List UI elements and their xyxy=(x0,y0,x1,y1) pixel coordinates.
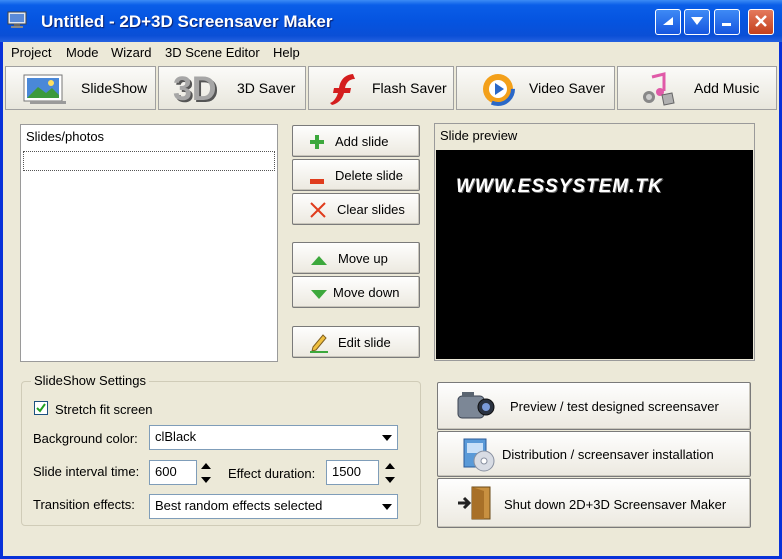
menu-3d-scene-editor[interactable]: 3D Scene Editor xyxy=(165,45,260,60)
saver-3d-mode-button[interactable]: 3D 3D Saver xyxy=(158,66,306,110)
flash-saver-label: Flash Saver xyxy=(372,80,447,96)
add-slide-button[interactable]: Add slide xyxy=(292,125,420,157)
effect-duration-spinner[interactable] xyxy=(383,460,397,486)
music-notes-icon xyxy=(640,71,680,110)
effect-duration-value: 1500 xyxy=(332,464,361,479)
move-up-button[interactable]: Move up xyxy=(292,242,420,274)
shut-down-button[interactable]: Shut down 2D+3D Screensaver Maker xyxy=(437,478,751,528)
background-color-select[interactable]: clBlack xyxy=(149,425,398,450)
window-title: Untitled - 2D+3D Screensaver Maker xyxy=(41,12,333,31)
video-saver-mode-button[interactable]: Video Saver xyxy=(456,66,615,110)
video-saver-label: Video Saver xyxy=(529,80,606,96)
preview-watermark-text: WWW.ESSYSTEM.TK xyxy=(456,176,663,197)
preview-screensaver-label: Preview / test designed screensaver xyxy=(510,399,719,414)
dropdown-button[interactable] xyxy=(684,9,710,35)
slideshow-mode-button[interactable]: SlideShow xyxy=(5,66,156,110)
background-color-label: Background color: xyxy=(33,431,138,446)
menu-bar: Project Mode Wizard 3D Scene Editor Help xyxy=(3,42,779,64)
transition-effects-label: Transition effects: xyxy=(33,497,135,512)
menu-project[interactable]: Project xyxy=(11,45,51,60)
clear-slides-label: Clear slides xyxy=(337,202,405,217)
spinner-arrows-icon xyxy=(201,463,211,483)
close-button[interactable] xyxy=(748,9,774,35)
menu-wizard[interactable]: Wizard xyxy=(111,45,151,60)
stretch-fit-checkbox[interactable] xyxy=(34,401,48,415)
stretch-fit-label: Stretch fit screen xyxy=(55,402,153,417)
rollup-icon xyxy=(661,15,675,30)
chevron-down-icon[interactable] xyxy=(378,497,395,516)
flash-saver-mode-button[interactable]: Flash Saver xyxy=(308,66,454,110)
slide-preview-label: Slide preview xyxy=(440,128,518,143)
plus-icon xyxy=(309,134,325,153)
exit-door-icon xyxy=(456,485,496,524)
app-monitor-icon xyxy=(7,11,27,29)
checkmark-icon xyxy=(36,403,46,413)
spinner-arrows-icon xyxy=(385,463,395,483)
slide-interval-label: Slide interval time: xyxy=(33,464,140,479)
slide-interval-spinner[interactable] xyxy=(199,460,213,486)
preview-screensaver-button[interactable]: Preview / test designed screensaver xyxy=(437,382,751,430)
video-player-icon xyxy=(481,72,515,109)
3d-logo-icon: 3D xyxy=(173,70,217,108)
move-down-label: Move down xyxy=(333,285,400,300)
minimize-icon xyxy=(720,15,734,30)
menu-mode[interactable]: Mode xyxy=(66,45,99,60)
camcorder-icon xyxy=(454,390,496,427)
add-slide-label: Add slide xyxy=(335,134,389,149)
chevron-down-icon xyxy=(690,15,704,30)
edit-slide-button[interactable]: Edit slide xyxy=(292,326,420,358)
slides-list-label: Slides/photos xyxy=(26,129,105,144)
effect-duration-label: Effect duration: xyxy=(228,466,316,481)
clear-x-icon xyxy=(309,201,327,222)
minus-icon xyxy=(309,173,325,188)
delete-slide-label: Delete slide xyxy=(335,168,403,183)
move-up-label: Move up xyxy=(338,251,388,266)
minimize-button[interactable] xyxy=(714,9,740,35)
slideshow-label: SlideShow xyxy=(81,80,148,96)
edit-slide-label: Edit slide xyxy=(338,335,391,350)
distribution-installation-button[interactable]: Distribution / screensaver installation xyxy=(437,431,751,477)
distribution-installation-label: Distribution / screensaver installation xyxy=(502,447,714,462)
slide-interval-input[interactable]: 600 xyxy=(149,460,197,485)
add-music-button[interactable]: Add Music xyxy=(617,66,777,110)
effect-duration-input[interactable]: 1500 xyxy=(326,460,379,485)
background-color-value: clBlack xyxy=(155,429,197,444)
shut-down-label: Shut down 2D+3D Screensaver Maker xyxy=(504,497,727,512)
title-bar[interactable]: Untitled - 2D+3D Screensaver Maker xyxy=(0,0,782,42)
move-down-button[interactable]: Move down xyxy=(292,276,420,308)
transition-effects-value: Best random effects selected xyxy=(155,498,323,513)
slide-preview-panel: Slide preview WWW.ESSYSTEM.TK xyxy=(434,123,755,361)
arrow-down-icon xyxy=(311,288,327,303)
clear-slides-button[interactable]: Clear slides xyxy=(292,193,420,225)
delete-slide-button[interactable]: Delete slide xyxy=(292,159,420,191)
slideshow-settings-title: SlideShow Settings xyxy=(31,373,150,388)
slides-list-selection[interactable] xyxy=(23,151,275,171)
close-icon xyxy=(754,14,768,31)
menu-help[interactable]: Help xyxy=(273,45,300,60)
photo-slides-icon xyxy=(22,73,68,108)
add-music-label: Add Music xyxy=(694,80,760,96)
slide-preview-canvas: WWW.ESSYSTEM.TK xyxy=(436,150,753,359)
transition-effects-select[interactable]: Best random effects selected xyxy=(149,494,398,519)
slide-interval-value: 600 xyxy=(155,464,177,479)
app-window: Untitled - 2D+3D Screensaver Maker Proje… xyxy=(0,0,782,559)
saver-3d-label: 3D Saver xyxy=(237,80,296,96)
arrow-up-icon xyxy=(311,254,327,269)
rollup-button[interactable] xyxy=(655,9,681,35)
chevron-down-icon[interactable] xyxy=(378,428,395,447)
flash-logo-icon xyxy=(329,72,359,109)
install-cd-icon xyxy=(460,437,496,476)
edit-pencil-icon xyxy=(309,332,329,357)
slides-list-panel[interactable]: Slides/photos xyxy=(20,124,278,362)
mode-toolbar: SlideShow 3D 3D Saver Flash Saver Video … xyxy=(5,66,777,112)
